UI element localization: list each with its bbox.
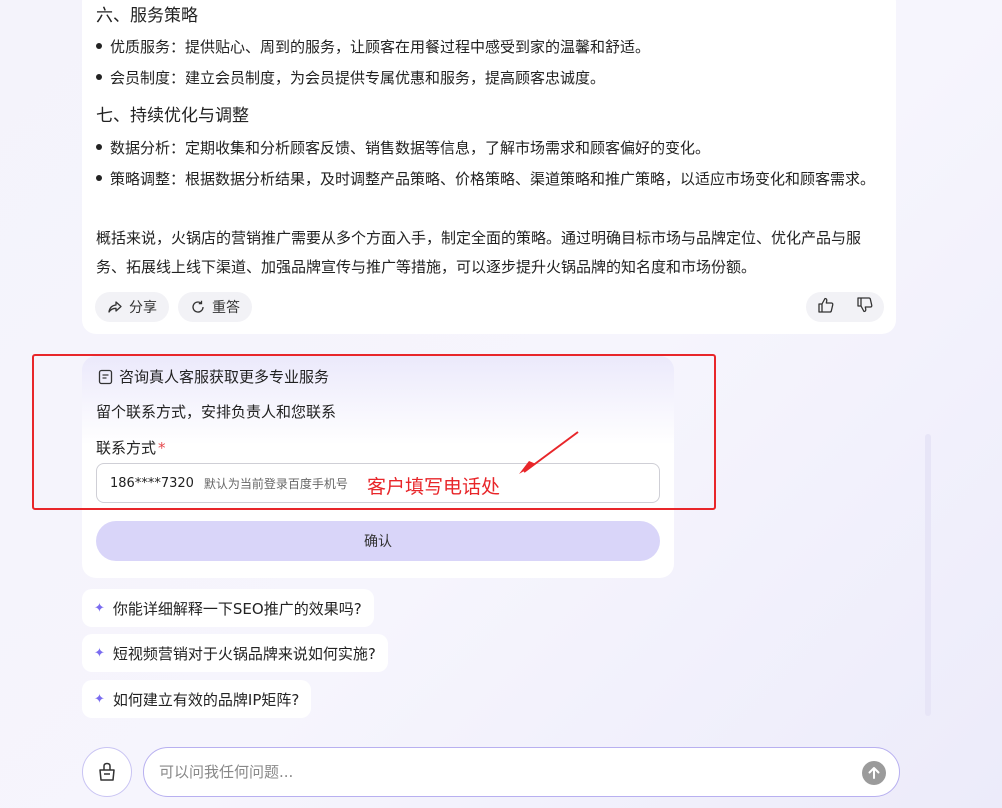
summary-paragraph: 概括来说，火锅店的营销推广需要从多个方面入手，制定全面的策略。通过明确目标市场与…	[96, 229, 862, 276]
form-subtitle: 留个联系方式，安排负责人和您联系	[96, 403, 337, 421]
phone-hint: 默认为当前登录百度手机号	[203, 476, 348, 491]
send-button[interactable]	[862, 761, 886, 785]
regenerate-button[interactable]: 重答	[178, 292, 252, 322]
thumbs-up-button[interactable]	[817, 296, 835, 318]
sparkle-icon: ✦	[94, 645, 105, 661]
send-arrow-icon	[868, 767, 880, 779]
scrollbar[interactable]	[925, 434, 931, 716]
bullet-item: 会员制度：建立会员制度，为会员提供专属优惠和服务，提高顾客忠诚度。	[96, 64, 886, 93]
form-title-text: 咨询真人客服获取更多专业服务	[119, 368, 330, 386]
thumbs-down-icon	[856, 297, 872, 313]
refresh-icon	[192, 300, 204, 313]
bullet-item: 优质服务：提供贴心、周到的服务，让顾客在用餐过程中感受到家的温馨和舒适。	[96, 33, 886, 62]
toolbox-button[interactable]	[82, 747, 132, 797]
sparkle-icon: ✦	[94, 691, 105, 707]
bullet-dot	[96, 143, 102, 150]
annotation-arrow-icon	[519, 431, 579, 474]
bullet-text: 策略调整：根据数据分析结果，及时调整产品策略、价格策略、渠道策略和推广策略，以适…	[110, 170, 876, 188]
bullet-text: 优质服务：提供贴心、周到的服务，让顾客在用餐过程中感受到家的温馨和舒适。	[110, 38, 651, 56]
suggestion-chip[interactable]: ✦ 如何建立有效的品牌IP矩阵?	[82, 680, 312, 718]
regenerate-label: 重答	[212, 300, 240, 316]
share-label: 分享	[129, 300, 157, 316]
suggestion-chip[interactable]: ✦ 你能详细解释一下SEO推广的效果吗?	[82, 589, 374, 627]
section-heading-optimize: 七、持续优化与调整	[96, 106, 249, 126]
annotation-label: 客户填写电话处	[367, 476, 501, 498]
share-icon	[108, 301, 122, 313]
suggestion-text: 你能详细解释一下SEO推广的效果吗?	[112, 599, 362, 618]
thumbs-up-icon	[817, 297, 833, 313]
section-heading-service: 六、服务策略	[96, 6, 198, 26]
share-button[interactable]: 分享	[95, 292, 169, 322]
bullet-item: 策略调整：根据数据分析结果，及时调整产品策略、价格策略、渠道策略和推广策略，以适…	[96, 165, 886, 194]
contact-label: 联系方式 *	[96, 437, 166, 458]
bullet-dot	[96, 42, 102, 49]
bullet-dot	[96, 174, 102, 181]
suggestion-chip[interactable]: ✦ 短视频营销对于火锅品牌来说如何实施?	[82, 634, 388, 672]
confirm-button[interactable]: 确认	[96, 521, 660, 561]
feedback-group	[806, 292, 884, 322]
toolbox-icon	[99, 762, 115, 781]
suggestion-text: 如何建立有效的品牌IP矩阵?	[112, 690, 300, 709]
phone-value: 186****7320	[110, 475, 194, 491]
thumbs-down-button[interactable]	[856, 296, 874, 318]
chat-input[interactable]	[157, 762, 841, 782]
document-icon	[98, 369, 113, 384]
suggestion-text: 短视频营销对于火锅品牌来说如何实施?	[112, 644, 376, 663]
bullet-text: 数据分析：定期收集和分析顾客反馈、销售数据等信息，了解市场需求和顾客偏好的变化。	[110, 139, 711, 157]
chat-input-box	[143, 747, 900, 797]
bullet-dot	[96, 73, 102, 80]
required-mark: *	[158, 439, 166, 457]
form-title: 咨询真人客服获取更多专业服务	[98, 366, 329, 387]
bullet-text: 会员制度：建立会员制度，为会员提供专属优惠和服务，提高顾客忠诚度。	[110, 69, 606, 87]
contact-label-text: 联系方式	[96, 439, 157, 457]
bullet-item: 数据分析：定期收集和分析顾客反馈、销售数据等信息，了解市场需求和顾客偏好的变化。	[96, 134, 886, 163]
sparkle-icon: ✦	[94, 600, 105, 616]
